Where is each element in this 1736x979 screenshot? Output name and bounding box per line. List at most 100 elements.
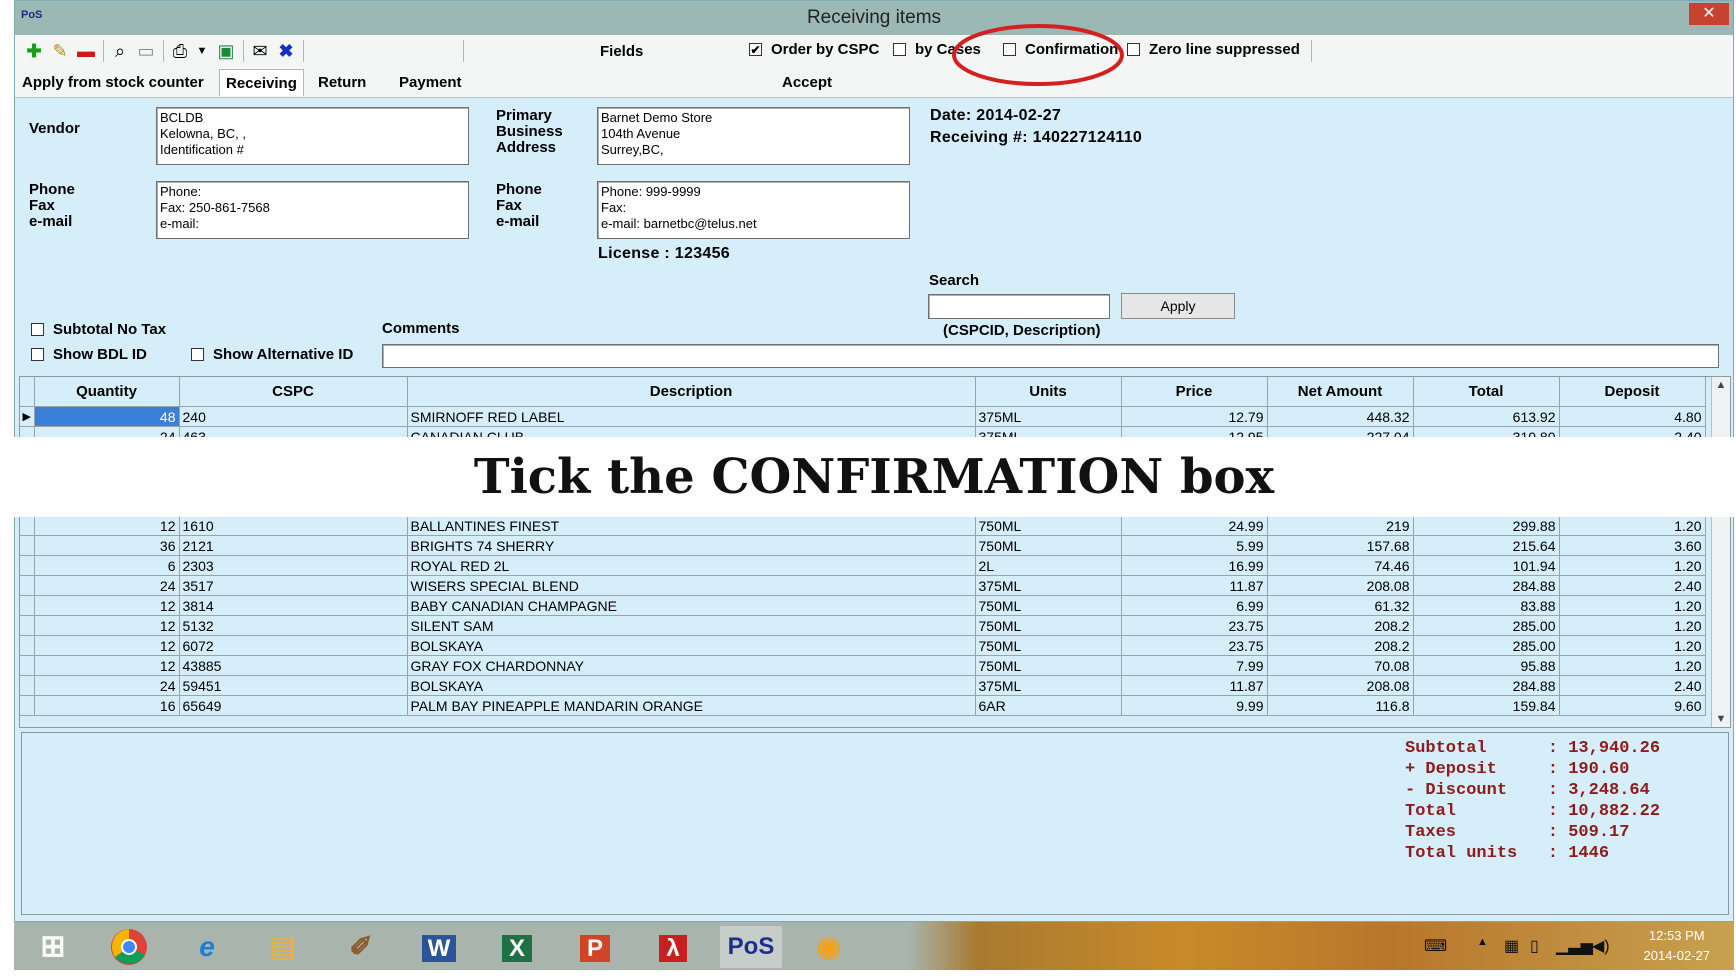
mail-icon[interactable]: ◉ <box>798 926 860 968</box>
units-cell[interactable]: 375ML <box>975 406 1122 427</box>
preview-icon[interactable]: ⌕ <box>109 41 131 61</box>
total-cell[interactable]: 284.88 <box>1413 575 1560 596</box>
net-amount-cell[interactable]: 208.2 <box>1267 635 1414 656</box>
net-amount-cell[interactable]: 61.32 <box>1267 595 1414 616</box>
description-cell[interactable]: WISERS SPECIAL BLEND <box>407 575 976 596</box>
close-button[interactable]: ✕ <box>1689 3 1729 25</box>
units-cell[interactable]: 750ML <box>975 535 1122 556</box>
table-row[interactable]: 6 2303 ROYAL RED 2L 2L 16.99 74.46 101.94 1.20 <box>20 555 1706 576</box>
description-cell[interactable]: SMIRNOFF RED LABEL <box>407 406 976 427</box>
deposit-cell[interactable]: 9.60 <box>1559 695 1706 716</box>
network-card-icon[interactable]: ▦ <box>1504 936 1519 956</box>
cspc-cell[interactable]: 65649 <box>179 695 408 716</box>
volume-icon[interactable]: ◀) <box>1592 936 1610 956</box>
blank-icon[interactable]: ▭ <box>135 41 157 61</box>
cancel-icon[interactable]: ✖ <box>275 41 297 61</box>
table-row[interactable]: 24 59451 BOLSKAYA 375ML 11.87 208.08 284.88 2.4… <box>20 675 1706 696</box>
units-cell[interactable]: 750ML <box>975 516 1122 536</box>
cspc-cell[interactable]: 5132 <box>179 615 408 636</box>
email-icon[interactable]: ✉ <box>249 41 271 61</box>
keyboard-icon[interactable]: ⌨ <box>1424 936 1447 956</box>
chrome-icon[interactable] <box>98 926 160 968</box>
units-cell[interactable]: 375ML <box>975 575 1122 596</box>
row-indicator[interactable] <box>20 555 35 576</box>
table-row[interactable]: 12 43885 GRAY FOX CHARDONNAY 750ML 7.99 70.08… <box>20 655 1706 676</box>
add-icon[interactable]: ✚ <box>23 41 45 61</box>
column-header[interactable]: Deposit <box>1559 377 1706 407</box>
table-row[interactable]: 16 65649 PALM BAY PINEAPPLE MANDARIN ORANG… <box>20 695 1706 716</box>
device-icon[interactable]: ▯ <box>1530 936 1539 956</box>
cspc-cell[interactable]: 6072 <box>179 635 408 656</box>
powerpoint-icon[interactable]: P <box>564 926 626 968</box>
net-amount-cell[interactable]: 208.2 <box>1267 615 1414 636</box>
table-row[interactable]: 12 5132 SILENT SAM 750ML 23.75 208.2 285.00 1.2… <box>20 615 1706 636</box>
deposit-cell[interactable]: 1.20 <box>1559 615 1706 636</box>
dropdown-icon[interactable]: ▼ <box>191 41 213 61</box>
cspc-cell[interactable]: 3814 <box>179 595 408 616</box>
tab-payment[interactable]: Payment <box>399 74 462 91</box>
total-cell[interactable]: 159.84 <box>1413 695 1560 716</box>
cspc-cell[interactable]: 3517 <box>179 575 408 596</box>
export-icon[interactable]: ▣ <box>215 41 237 61</box>
price-cell[interactable]: 7.99 <box>1121 655 1268 676</box>
deposit-cell[interactable]: 2.40 <box>1559 575 1706 596</box>
price-cell[interactable]: 5.99 <box>1121 535 1268 556</box>
tab-receiving[interactable]: Receiving <box>219 69 304 96</box>
row-indicator[interactable] <box>20 695 35 716</box>
description-cell[interactable]: GRAY FOX CHARDONNAY <box>407 655 976 676</box>
show-alternative-id-checkbox[interactable] <box>191 348 204 361</box>
row-indicator[interactable] <box>20 595 35 616</box>
price-cell[interactable]: 24.99 <box>1121 516 1268 536</box>
zero-line-suppressed-checkbox[interactable] <box>1127 43 1140 56</box>
business-address-box[interactable]: Barnet Demo Store 104th Avenue Surrey,BC… <box>597 107 910 165</box>
description-cell[interactable]: BOLSKAYA <box>407 635 976 656</box>
deposit-cell[interactable]: 2.40 <box>1559 675 1706 696</box>
cspc-cell[interactable]: 1610 <box>179 516 408 536</box>
current-row-indicator-icon[interactable]: ▶ <box>20 406 35 427</box>
net-amount-cell[interactable]: 448.32 <box>1267 406 1414 427</box>
total-cell[interactable]: 285.00 <box>1413 615 1560 636</box>
vendor-contact-box[interactable]: Phone: Fax: 250-861-7568 e-mail: <box>156 181 469 239</box>
description-cell[interactable]: ROYAL RED 2L <box>407 555 976 576</box>
total-cell[interactable]: 299.88 <box>1413 516 1560 536</box>
price-cell[interactable]: 11.87 <box>1121 575 1268 596</box>
quantity-cell[interactable]: 16 <box>34 695 180 716</box>
row-indicator[interactable] <box>20 635 35 656</box>
units-cell[interactable]: 2L <box>975 555 1122 576</box>
edit-icon[interactable]: ✎ <box>49 41 71 61</box>
word-icon[interactable]: W <box>408 926 470 968</box>
price-cell[interactable]: 9.99 <box>1121 695 1268 716</box>
column-header[interactable]: Description <box>407 377 976 407</box>
column-header[interactable]: Units <box>975 377 1122 407</box>
scroll-down-icon[interactable]: ▼ <box>1712 713 1730 725</box>
quantity-cell[interactable]: 12 <box>34 595 180 616</box>
row-indicator[interactable] <box>20 575 35 596</box>
total-cell[interactable]: 215.64 <box>1413 535 1560 556</box>
signal-icon[interactable]: ▁▃▅ <box>1556 936 1593 956</box>
table-row[interactable]: 12 6072 BOLSKAYA 750ML 23.75 208.2 285.00 1.20 <box>20 635 1706 656</box>
deposit-cell[interactable]: 3.60 <box>1559 535 1706 556</box>
cspc-cell[interactable]: 2303 <box>179 555 408 576</box>
price-cell[interactable]: 16.99 <box>1121 555 1268 576</box>
row-indicator[interactable] <box>20 655 35 676</box>
quantity-cell[interactable]: 48 <box>34 406 180 427</box>
description-cell[interactable]: BALLANTINES FINEST <box>407 516 976 536</box>
net-amount-cell[interactable]: 219 <box>1267 516 1414 536</box>
tab-return[interactable]: Return <box>318 74 366 91</box>
net-amount-cell[interactable]: 157.68 <box>1267 535 1414 556</box>
system-clock[interactable]: 12:53 PM 2014-02-27 <box>1644 926 1711 966</box>
cspc-cell[interactable]: 59451 <box>179 675 408 696</box>
total-cell[interactable]: 83.88 <box>1413 595 1560 616</box>
row-indicator[interactable] <box>20 615 35 636</box>
print-icon[interactable]: ⎙ <box>169 41 191 61</box>
column-header[interactable]: Price <box>1121 377 1268 407</box>
description-cell[interactable]: BRIGHTS 74 SHERRY <box>407 535 976 556</box>
subtotal-no-tax-checkbox[interactable] <box>31 323 44 336</box>
table-row[interactable]: 12 1610 BALLANTINES FINEST 750ML 24.99 219 299… <box>20 516 1706 536</box>
deposit-cell[interactable]: 1.20 <box>1559 655 1706 676</box>
units-cell[interactable]: 750ML <box>975 615 1122 636</box>
row-indicator[interactable] <box>20 516 35 536</box>
quantity-cell[interactable]: 12 <box>34 516 180 536</box>
column-header[interactable]: Net Amount <box>1267 377 1414 407</box>
excel-icon[interactable]: X <box>486 926 548 968</box>
